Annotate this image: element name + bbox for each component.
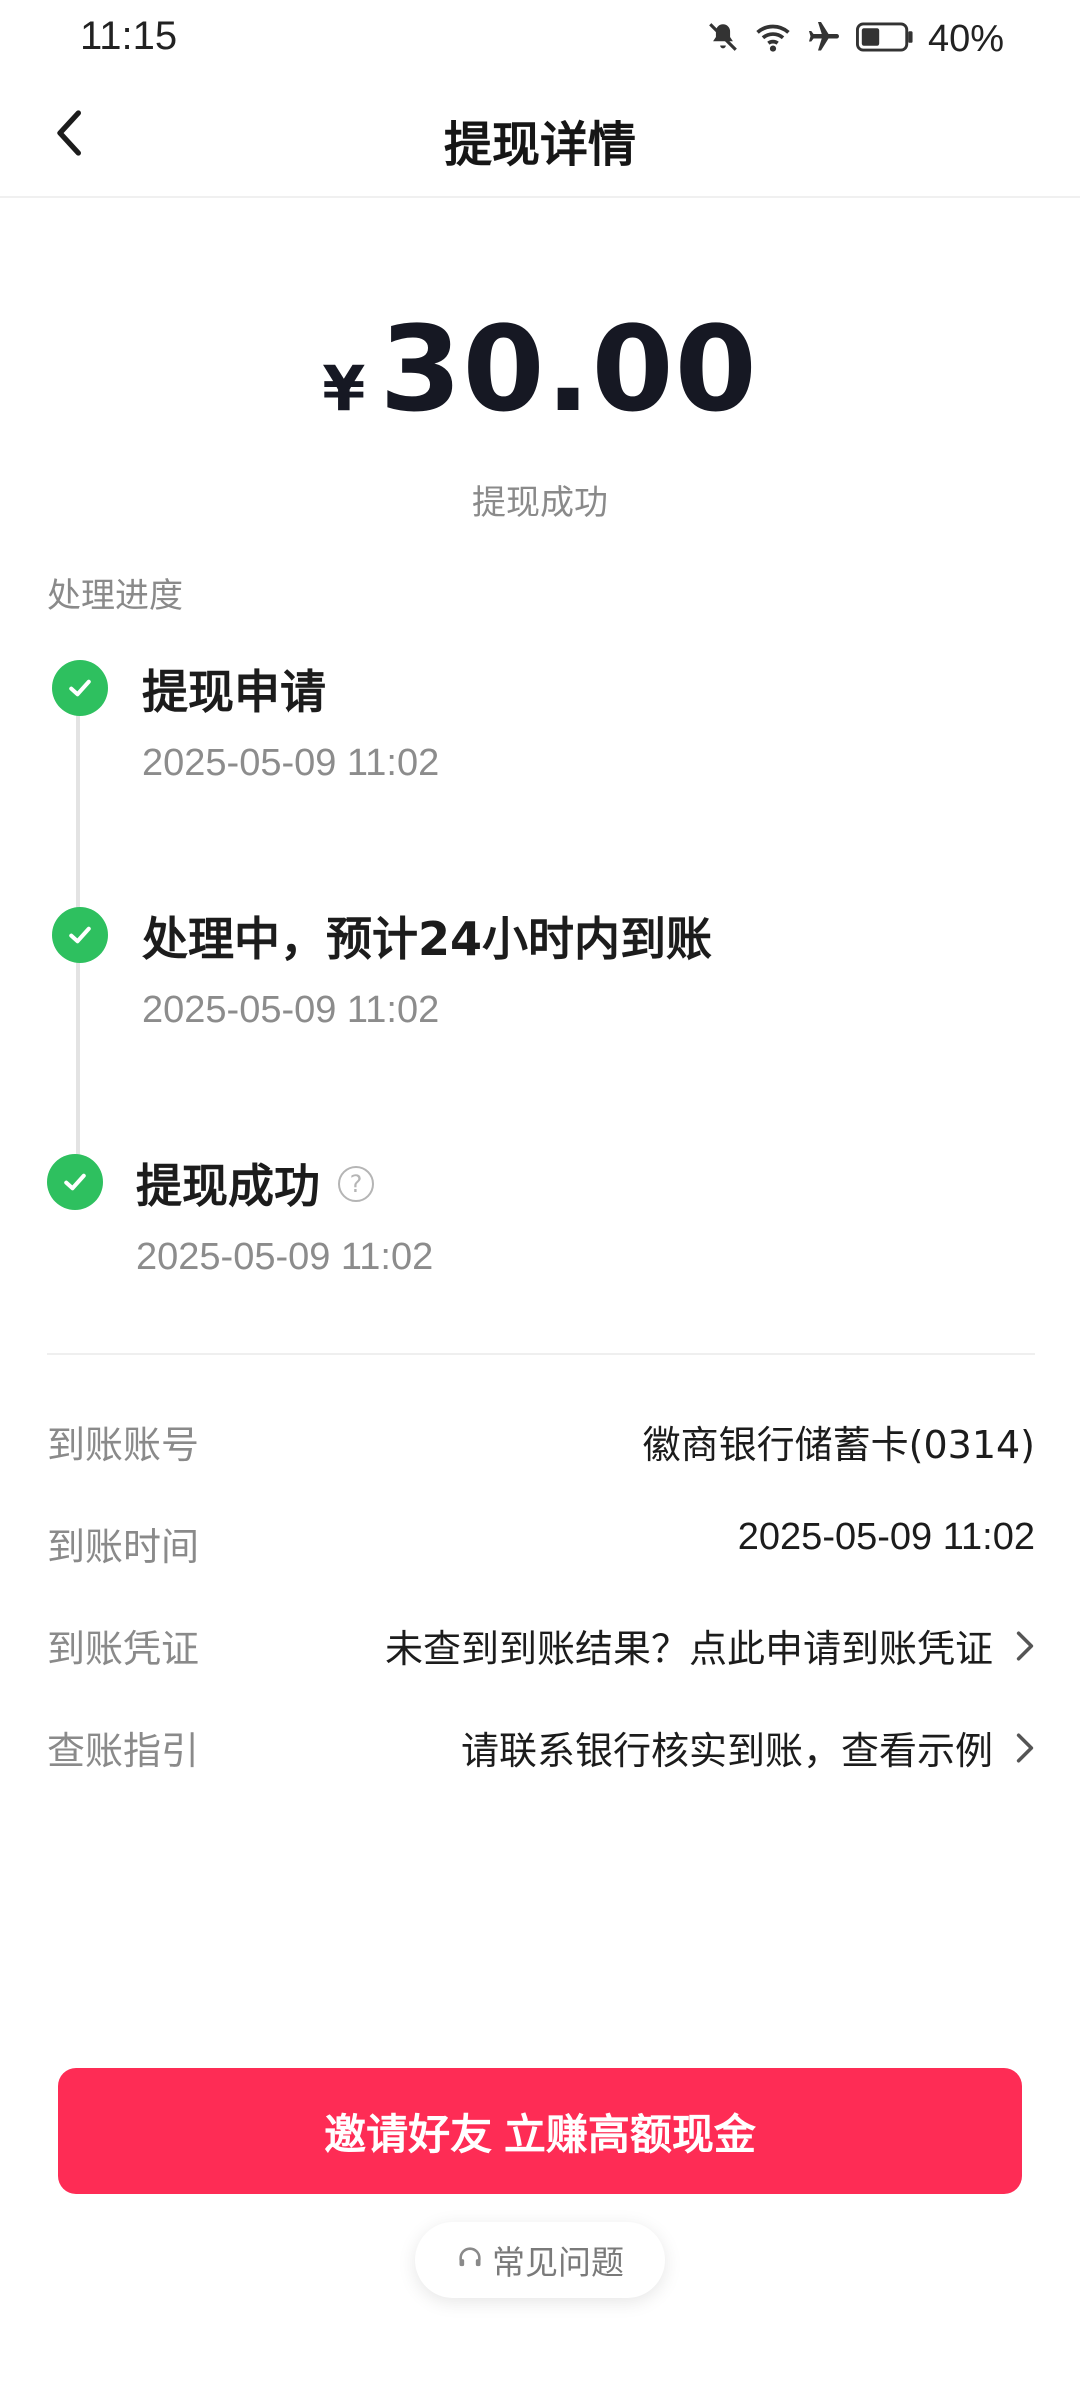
view-example-link[interactable]: 请联系银行核实到账，查看示例 (461, 1720, 1035, 1775)
mute-bell-icon (706, 20, 740, 58)
status-bar: 11:15 40% (0, 0, 1080, 75)
status-time: 11:15 (80, 14, 178, 58)
chevron-right-icon (1015, 1630, 1035, 1662)
airplane-icon (806, 19, 842, 59)
detail-label: 到账凭证 (47, 1627, 200, 1671)
step-time: 2025-05-09 11:02 (142, 742, 440, 784)
wifi-icon (754, 20, 792, 58)
invite-friends-button[interactable]: 邀请好友 立赚高额现金 (58, 2068, 1022, 2194)
detail-row-voucher[interactable]: 到账凭证 未查到到账结果？点此申请到账凭证 (47, 1618, 1035, 1678)
detail-value-text: 徽商银行储蓄卡(0314) (642, 1423, 1035, 1467)
step-time: 2025-05-09 11:02 (136, 1236, 434, 1278)
detail-value-text: 2025-05-09 11:02 (737, 1516, 1035, 1558)
detail-value: 2025-05-09 11:02 (738, 1516, 1035, 1559)
detail-row-guide[interactable]: 查账指引 请联系银行核实到账，查看示例 (47, 1720, 1035, 1780)
step-title-with-help: 提现成功? (136, 1150, 374, 1216)
detail-row-time: 到账时间 2025-05-09 11:02 (47, 1516, 1035, 1576)
page-title: 提现详情 (443, 117, 636, 173)
battery-percent: 40% (927, 17, 1004, 60)
apply-voucher-link[interactable]: 未查到到账结果？点此申请到账凭证 (385, 1618, 1035, 1673)
step-title: 提现申请 (142, 665, 326, 719)
step-title: 处理中，预计24小时内到账 (142, 912, 713, 966)
progress-section-label: 处理进度 (47, 576, 183, 616)
chevron-right-icon (1015, 1732, 1035, 1764)
detail-label: 到账时间 (47, 1525, 200, 1569)
detail-label: 到账账号 (47, 1423, 200, 1467)
check-circle-icon (52, 660, 108, 716)
divider (47, 1353, 1035, 1355)
detail-value-text: 未查到到账结果？点此申请到账凭证 (384, 1627, 993, 1671)
question-circle-icon[interactable]: ? (338, 1165, 374, 1202)
withdraw-status: 提现成功 (472, 483, 608, 523)
status-icons: 40% (706, 14, 1004, 64)
currency-symbol: ¥ (322, 352, 366, 425)
faq-label: 常见问题 (492, 2243, 624, 2282)
step-title: 提现成功 (136, 1159, 320, 1213)
headset-icon (456, 2241, 484, 2280)
faq-button[interactable]: 常见问题 (415, 2222, 665, 2298)
nav-bar: 提现详情 (0, 75, 1080, 198)
step-time: 2025-05-09 11:02 (142, 989, 440, 1031)
amount-display: ¥ 30.00 (0, 300, 1080, 438)
battery-icon (855, 21, 914, 57)
detail-label: 查账指引 (47, 1729, 200, 1773)
amount-value: 30.00 (379, 300, 758, 438)
detail-row-account: 到账账号 徽商银行储蓄卡(0314) (47, 1414, 1035, 1474)
check-circle-icon (52, 907, 108, 963)
check-circle-icon (47, 1154, 103, 1210)
detail-value-text: 请联系银行核实到账，查看示例 (460, 1729, 993, 1773)
detail-value: 徽商银行储蓄卡(0314) (643, 1414, 1035, 1469)
